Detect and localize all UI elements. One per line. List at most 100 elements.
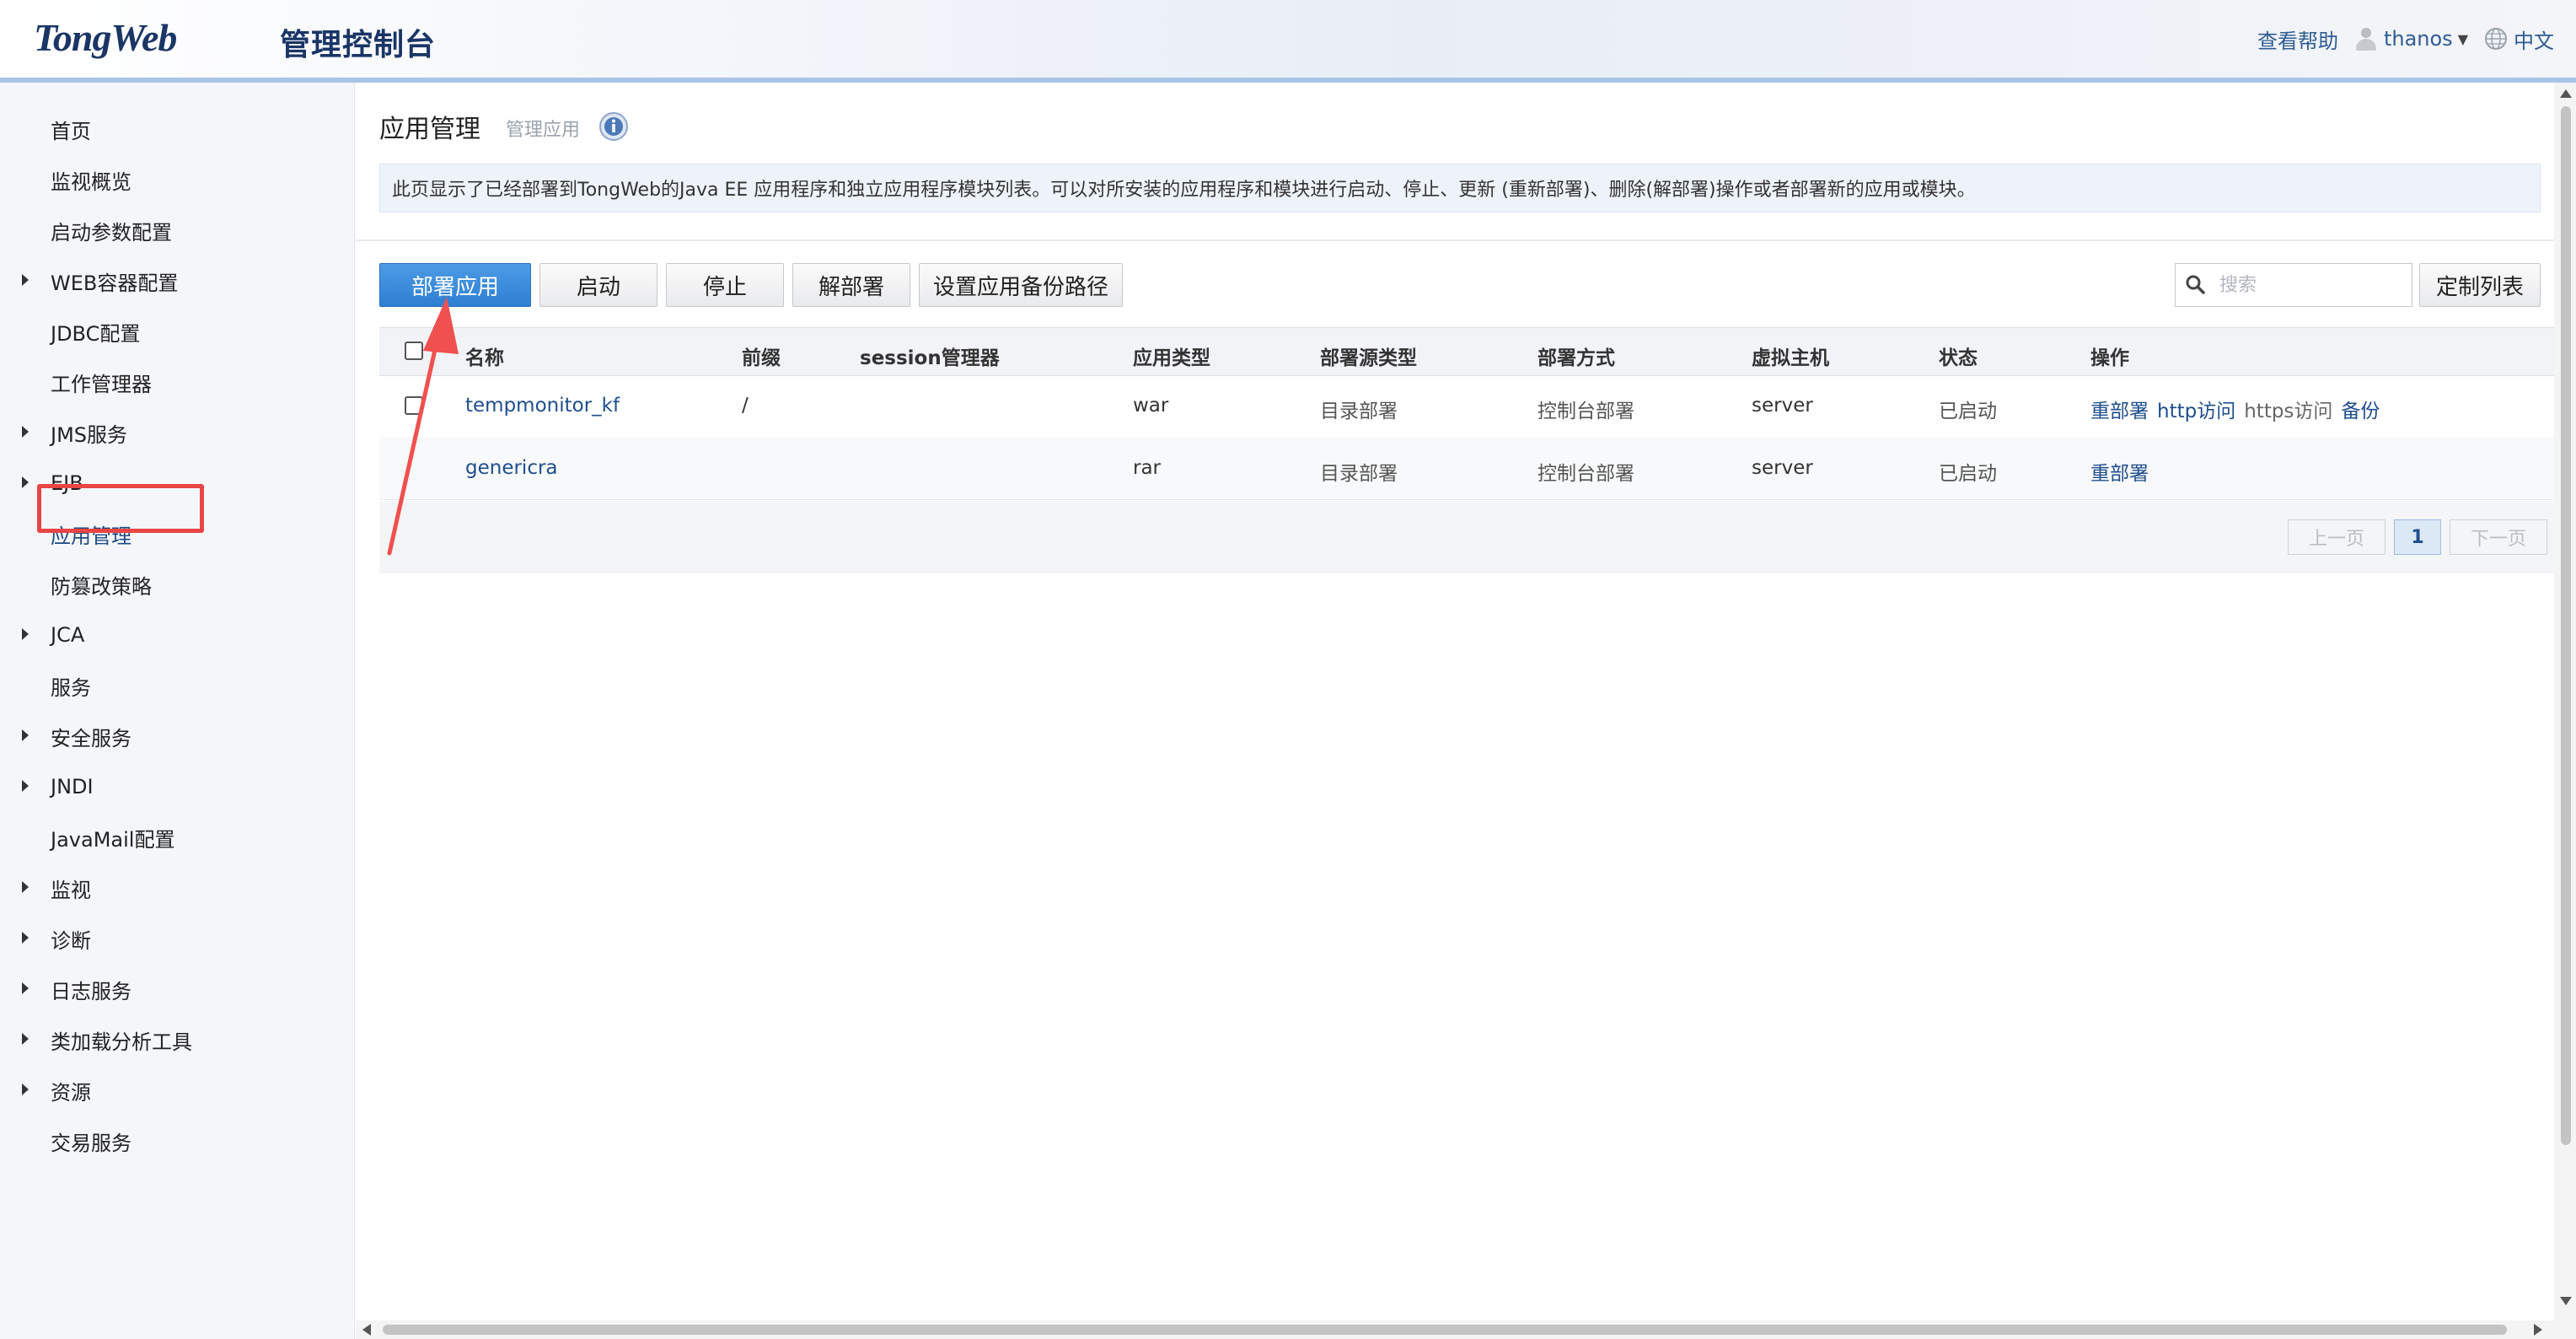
next-page-button[interactable]: 下一页 <box>2450 519 2547 555</box>
vertical-scroll-thumb[interactable] <box>2561 106 2571 1145</box>
row-checkbox[interactable] <box>405 396 423 415</box>
scroll-down-icon[interactable] <box>2560 1297 2572 1305</box>
language-switch[interactable]: 中文 <box>2483 24 2554 54</box>
app-type: rar <box>1133 457 1162 479</box>
header-actions: 查看帮助 thanos ▼ 中文 <box>2257 22 2554 56</box>
page-title: 应用管理 <box>379 115 480 144</box>
app-name-link[interactable]: tempmonitor_kf <box>465 395 620 417</box>
col-session-manager[interactable]: session管理器 <box>860 341 1000 370</box>
app-deploy-method: 控制台部署 <box>1538 463 1634 485</box>
sidebar-item-monitor-overview[interactable]: 监视概览 <box>0 159 354 201</box>
row-actions: 重部署 http访问 https访问 备份 <box>2090 395 2380 423</box>
globe-icon <box>2485 28 2507 50</box>
col-actions: 操作 <box>2090 347 2129 369</box>
sidebar-item-home[interactable]: 首页 <box>0 108 354 150</box>
col-virtual-host[interactable]: 虚拟主机 <box>1752 341 1829 370</box>
customize-list-button[interactable]: 定制列表 <box>2419 263 2541 307</box>
select-all-checkbox[interactable] <box>405 341 423 360</box>
expand-arrow-icon <box>22 1084 29 1095</box>
info-icon[interactable] <box>598 111 629 142</box>
expand-arrow-icon <box>22 729 29 741</box>
col-prefix[interactable]: 前缀 <box>742 341 781 370</box>
user-menu[interactable]: thanos ▼ <box>2353 26 2468 51</box>
sidebar-item-log-service[interactable]: 日志服务 <box>0 968 354 1010</box>
set-backup-path-button[interactable]: 设置应用备份路径 <box>919 263 1123 307</box>
scroll-up-icon[interactable] <box>2560 89 2572 98</box>
app-status: 已启动 <box>1939 401 1997 422</box>
app-virtual-host: server <box>1752 457 1813 479</box>
http-access-link[interactable]: http访问 <box>2157 395 2235 423</box>
search-icon <box>2186 275 2205 294</box>
user-icon <box>2353 26 2379 51</box>
sidebar-item-diagnostics[interactable]: 诊断 <box>0 917 354 960</box>
language-label: 中文 <box>2514 29 2554 53</box>
sidebar-item-tamper-proof[interactable]: 防篡改策略 <box>0 563 354 605</box>
col-source-type[interactable]: 部署源类型 <box>1320 341 1417 370</box>
sidebar-item-web-container[interactable]: WEB容器配置 <box>0 260 354 302</box>
redeploy-link[interactable]: 重部署 <box>2090 395 2149 423</box>
tongweb-logo: TongWeb <box>34 16 177 59</box>
caret-down-icon: ▼ <box>2457 30 2468 47</box>
app-virtual-host: server <box>1752 395 1813 417</box>
page-description: 此页显示了已经部署到TongWeb的Java EE 应用程序和独立应用程序模块列… <box>379 164 2541 212</box>
sidebar-item-services[interactable]: 服务 <box>0 664 354 707</box>
page-1-button[interactable]: 1 <box>2394 519 2441 555</box>
table-row: tempmonitor_kf / war 目录部署 控制台部署 server 已… <box>379 374 2554 438</box>
help-link[interactable]: 查看帮助 <box>2257 24 2338 54</box>
expand-arrow-icon <box>22 476 29 488</box>
search-input[interactable] <box>2218 273 2390 297</box>
sidebar-item-monitoring[interactable]: 监视 <box>0 867 354 909</box>
username: thanos <box>2383 27 2453 51</box>
app-type: war <box>1133 395 1169 417</box>
expand-arrow-icon <box>22 426 29 438</box>
undeploy-button[interactable]: 解部署 <box>792 263 910 307</box>
table-row: genericra rar 目录部署 控制台部署 server 已启动 重部署 <box>379 437 2554 500</box>
expand-arrow-icon <box>22 1033 29 1045</box>
sidebar-item-jms[interactable]: JMS服务 <box>0 411 354 454</box>
table-header: 名称 前缀 session管理器 应用类型 部署源类型 部署方式 虚拟主机 状态… <box>379 327 2554 376</box>
horizontal-scroll-thumb[interactable] <box>383 1325 2507 1335</box>
sidebar: 首页 监视概览 启动参数配置 WEB容器配置 JDBC配置 工作管理器 JMS服… <box>0 83 355 1339</box>
app-status: 已启动 <box>1939 463 1997 485</box>
sidebar-item-startup-params[interactable]: 启动参数配置 <box>0 209 354 251</box>
sidebar-item-jdbc[interactable]: JDBC配置 <box>0 310 354 352</box>
horizontal-scrollbar[interactable] <box>356 1320 2576 1339</box>
search-box <box>2175 263 2412 307</box>
sidebar-item-javamail[interactable]: JavaMail配置 <box>0 816 354 858</box>
https-access-link[interactable]: https访问 <box>2244 395 2332 423</box>
backup-link[interactable]: 备份 <box>2341 395 2380 423</box>
row-actions: 重部署 <box>2090 457 2149 486</box>
stop-button[interactable]: 停止 <box>666 263 784 307</box>
sidebar-item-classloader-tool[interactable]: 类加载分析工具 <box>0 1019 354 1061</box>
expand-arrow-icon <box>22 274 29 286</box>
scroll-right-icon[interactable] <box>2534 1324 2542 1336</box>
section-divider <box>356 239 2554 241</box>
app-prefix: / <box>742 395 749 417</box>
col-status[interactable]: 状态 <box>1939 341 1978 370</box>
expand-arrow-icon <box>22 780 29 792</box>
prev-page-button[interactable]: 上一页 <box>2288 519 2385 555</box>
app-header: TongWeb 管理控制台 查看帮助 thanos ▼ 中文 <box>0 0 2576 83</box>
col-app-type[interactable]: 应用类型 <box>1133 341 1210 370</box>
expand-arrow-icon <box>22 628 29 640</box>
sidebar-item-resources[interactable]: 资源 <box>0 1069 354 1111</box>
deploy-app-button[interactable]: 部署应用 <box>379 263 531 307</box>
app-deploy-method: 控制台部署 <box>1538 401 1634 422</box>
col-name[interactable]: 名称 <box>465 341 504 370</box>
sidebar-item-transaction[interactable]: 交易服务 <box>0 1120 354 1162</box>
page-subtitle: 管理应用 <box>506 120 581 141</box>
expand-arrow-icon <box>22 982 29 994</box>
sidebar-item-jca[interactable]: JCA <box>0 614 354 656</box>
pagination: 上一页 1 下一页 <box>379 501 2554 573</box>
start-button[interactable]: 启动 <box>539 263 657 307</box>
console-title: 管理控制台 <box>280 28 437 62</box>
col-deploy-method[interactable]: 部署方式 <box>1538 341 1615 370</box>
app-name-link[interactable]: genericra <box>465 457 558 479</box>
redeploy-link[interactable]: 重部署 <box>2090 457 2149 486</box>
vertical-scrollbar[interactable] <box>2554 83 2576 1322</box>
sidebar-item-jndi[interactable]: JNDI <box>0 766 354 808</box>
sidebar-item-security[interactable]: 安全服务 <box>0 715 354 757</box>
scroll-left-icon[interactable] <box>362 1324 371 1336</box>
active-item-highlight <box>37 484 204 533</box>
sidebar-item-work-manager[interactable]: 工作管理器 <box>0 361 354 403</box>
